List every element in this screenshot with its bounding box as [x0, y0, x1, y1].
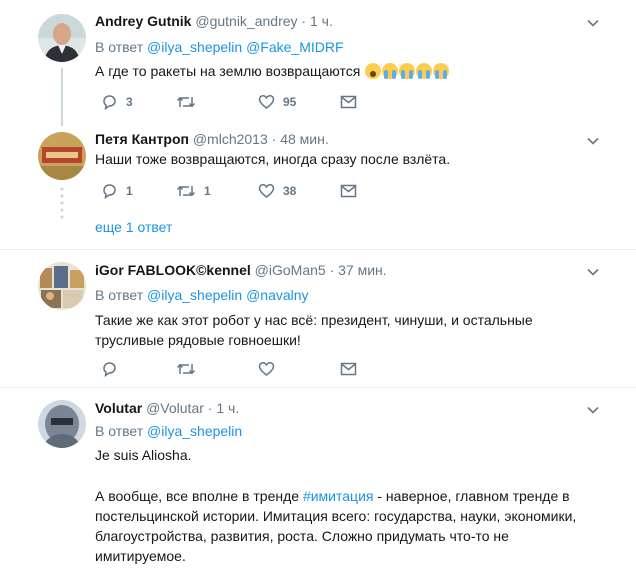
reply-button[interactable]: 1 [101, 183, 133, 199]
reply-prefix: В ответ [95, 39, 144, 55]
heart-icon [258, 184, 275, 198]
loudly-crying-face-emoji [382, 63, 399, 79]
tweet-text-line: имитируемое. [95, 548, 186, 564]
reply-prefix: В ответ [95, 287, 144, 303]
user-handle[interactable]: @mlch2013 [193, 131, 268, 147]
loudly-crying-face-emoji [399, 63, 416, 79]
user-handle[interactable]: @Volutar [146, 400, 204, 416]
tweet-actions: 3 95 [95, 94, 365, 114]
retweet-icon [176, 363, 196, 375]
tweet-text-body: А где то ракеты на землю возвращаются [95, 63, 361, 79]
tweet-text-paragraph: Je suis Aliosha. [95, 447, 192, 463]
heart-icon [258, 362, 275, 376]
loudly-crying-face-emoji [433, 63, 450, 79]
reply-context: В ответ @ilya_shepelin [95, 423, 242, 439]
retweet-icon [176, 185, 196, 197]
reply-icon [103, 362, 116, 377]
tweet-text-segment: - наверное, главном тренде в [373, 488, 570, 504]
reply-icon [103, 184, 116, 199]
retweet-count: 1 [204, 184, 211, 198]
tweet-text-line: А вообще, все вполне в тренде #имитация … [95, 486, 576, 506]
mention-link[interactable]: @Fake_MIDRF [246, 39, 343, 55]
tweet-text: Такие же как этот робот у нас всё: прези… [95, 310, 533, 350]
user-handle[interactable]: @iGoMan5 [255, 262, 326, 278]
tweet-text: Наши тоже возвращаются, иногда сразу пос… [95, 151, 451, 167]
tweet-text-line: трусливые рядовые говноешки! [95, 332, 301, 348]
envelope-icon [340, 184, 357, 198]
like-button[interactable]: 95 [258, 94, 296, 110]
mention-link[interactable]: @ilya_shepelin [147, 423, 242, 439]
tweet-text: А где то ракеты на землю возвращаются [95, 61, 450, 81]
envelope-icon [340, 95, 357, 109]
divider [0, 249, 636, 250]
tweet-header: Volutar @Volutar · 1 ч. [95, 400, 239, 416]
chevron-down-icon[interactable] [586, 265, 600, 279]
tweet-actions: 1 1 38 [95, 183, 365, 203]
avatar[interactable] [38, 132, 86, 180]
tweet-text-segment: А вообще, все вполне в тренде [95, 488, 303, 504]
mention-link[interactable]: @ilya_shepelin [147, 287, 242, 303]
envelope-icon [340, 362, 357, 376]
timestamp[interactable]: · 1 ч. [301, 13, 332, 29]
thread-dots [60, 187, 64, 219]
display-name[interactable]: iGor FABLOOK©kennel [95, 262, 251, 278]
tweet-actions [95, 361, 365, 381]
loudly-crying-face-emoji [416, 63, 433, 79]
thread-line [61, 68, 63, 126]
tweet-text-paragraph: А вообще, все вполне в тренде #имитация … [95, 486, 576, 566]
avatar[interactable] [38, 400, 86, 448]
reply-count: 1 [126, 184, 133, 198]
reply-prefix: В ответ [95, 423, 144, 439]
divider [0, 387, 636, 388]
avatar[interactable] [38, 14, 86, 62]
hashtag-link[interactable]: #имитация [303, 488, 374, 504]
like-button[interactable]: 38 [258, 183, 296, 199]
reply-icon [103, 95, 116, 110]
reply-count: 3 [126, 95, 133, 109]
retweet-icon [176, 96, 196, 108]
heart-icon [258, 95, 275, 109]
mention-link[interactable]: @ilya_shepelin [147, 39, 242, 55]
direct-message-button[interactable] [340, 183, 357, 199]
reply-button[interactable]: 3 [101, 94, 133, 110]
retweet-button[interactable]: 1 [176, 183, 211, 199]
reply-context: В ответ @ilya_shepelin @Fake_MIDRF [95, 39, 344, 55]
direct-message-button[interactable] [340, 94, 357, 110]
mention-link[interactable]: @navalny [246, 287, 308, 303]
display-name[interactable]: Andrey Gutnik [95, 13, 191, 29]
tweet-text-line: благоустройства, развития, роста. Сложно… [95, 528, 509, 544]
direct-message-button[interactable] [340, 361, 357, 377]
display-name[interactable]: Volutar [95, 400, 142, 416]
avatar[interactable] [38, 262, 86, 310]
display-name[interactable]: Петя Кантроп [95, 131, 189, 147]
like-count: 95 [283, 95, 297, 109]
tweet-header: Петя Кантроп @mlch2013 · 48 мин. [95, 131, 329, 147]
face-screaming-in-fear-emoji [365, 63, 382, 79]
reply-context: В ответ @ilya_shepelin @navalny [95, 287, 309, 303]
tweet-header: Andrey Gutnik @gutnik_andrey · 1 ч. [95, 13, 333, 29]
retweet-button[interactable] [176, 94, 204, 110]
timestamp[interactable]: · 48 мин. [272, 131, 329, 147]
tweet-header: iGor FABLOOK©kennel @iGoMan5 · 37 мин. [95, 262, 387, 278]
chevron-down-icon[interactable] [586, 403, 600, 417]
timestamp[interactable]: · 1 ч. [208, 400, 239, 416]
reply-button[interactable] [101, 361, 118, 377]
retweet-button[interactable] [176, 361, 196, 377]
tweet-text-line: постельцинской истории. Имитация всего: … [95, 508, 577, 524]
user-handle[interactable]: @gutnik_andrey [195, 13, 297, 29]
tweet-text-line: Такие же как этот робот у нас всё: прези… [95, 312, 533, 328]
timestamp[interactable]: · 37 мин. [330, 262, 387, 278]
show-more-replies-link[interactable]: еще 1 ответ [95, 219, 172, 235]
like-count: 38 [283, 184, 297, 198]
chevron-down-icon[interactable] [586, 134, 600, 148]
like-button[interactable] [258, 361, 275, 377]
chevron-down-icon[interactable] [586, 16, 600, 30]
